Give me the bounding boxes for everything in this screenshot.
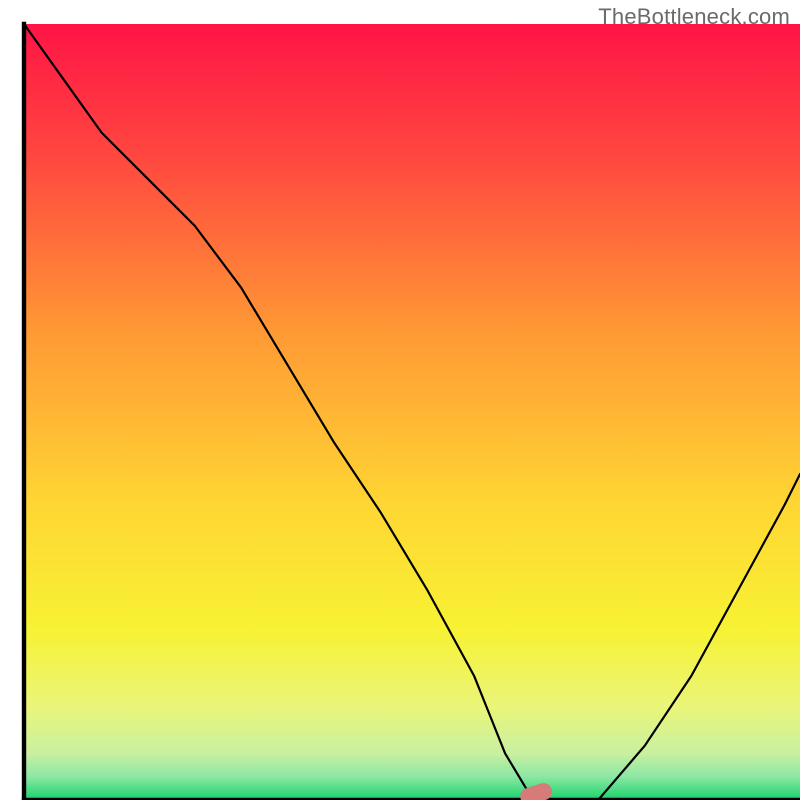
bottleneck-chart: TheBottleneck.com <box>0 0 800 800</box>
watermark-text: TheBottleneck.com <box>598 4 790 30</box>
chart-plot-area <box>0 0 800 800</box>
gradient-background <box>24 24 800 800</box>
